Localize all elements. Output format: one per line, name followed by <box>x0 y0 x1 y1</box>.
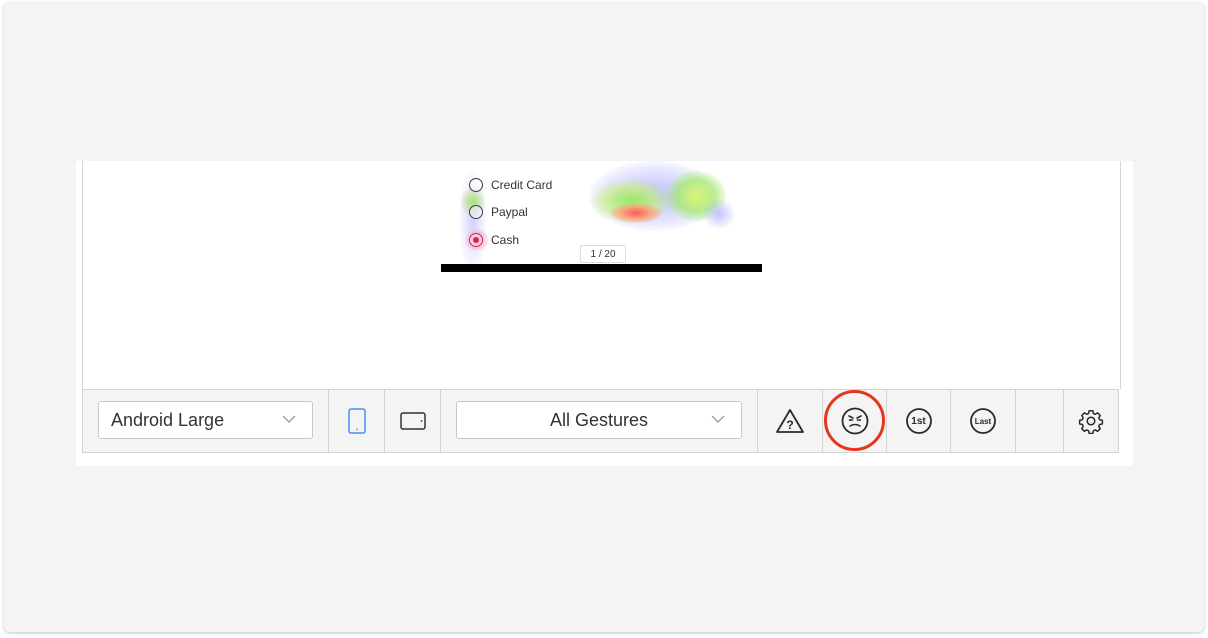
svg-text:?: ? <box>786 418 793 432</box>
heatmap-blob <box>703 199 735 229</box>
landscape-orientation-button[interactable] <box>385 390 441 452</box>
settings-gear-icon <box>1078 409 1104 434</box>
device-select-value: Android Large <box>111 409 225 430</box>
payment-option-credit-card: Credit Card <box>469 176 552 194</box>
settings-button[interactable] <box>1064 390 1118 452</box>
device-select[interactable]: Android Large <box>98 401 313 439</box>
device-preview: Credit Card Paypal Cash 1 / 20 <box>441 161 762 272</box>
device-bottom-bar <box>441 264 762 272</box>
gesture-select-segment: All Gestures <box>441 390 758 452</box>
last-gesture-button[interactable]: Last <box>951 390 1016 452</box>
page-indicator: 1 / 20 <box>580 245 626 263</box>
radio-icon <box>469 178 483 192</box>
radio-selected-icon <box>469 233 483 247</box>
gesture-select[interactable]: All Gestures <box>456 401 742 439</box>
toolbar-spacer <box>1016 390 1064 452</box>
option-label: Credit Card <box>491 178 553 192</box>
first-gesture-button[interactable]: 1st <box>887 390 951 452</box>
portrait-orientation-button[interactable] <box>329 390 385 452</box>
unresponsive-gestures-button[interactable]: ? <box>758 390 823 452</box>
payment-option-cash: Cash <box>469 231 519 249</box>
option-label: Cash <box>491 233 520 247</box>
heatmap-toolbar: Android Large All Gestures ? 1st Last <box>82 389 1119 453</box>
warning-question-icon: ? <box>776 409 804 433</box>
chevron-down-icon <box>282 415 296 423</box>
heatmap-blob <box>611 203 661 223</box>
radio-icon <box>469 205 483 219</box>
first-badge-text: 1st <box>911 415 926 427</box>
landscape-phone-icon <box>399 412 426 430</box>
portrait-phone-icon <box>347 408 366 434</box>
option-label: Paypal <box>491 205 528 219</box>
highlight-annotation-circle <box>824 390 885 451</box>
device-select-segment: Android Large <box>83 390 329 452</box>
last-badge-text: Last <box>974 416 992 426</box>
gesture-select-value: All Gestures <box>549 409 649 430</box>
payment-option-paypal: Paypal <box>469 203 528 221</box>
chevron-down-icon <box>711 415 725 423</box>
